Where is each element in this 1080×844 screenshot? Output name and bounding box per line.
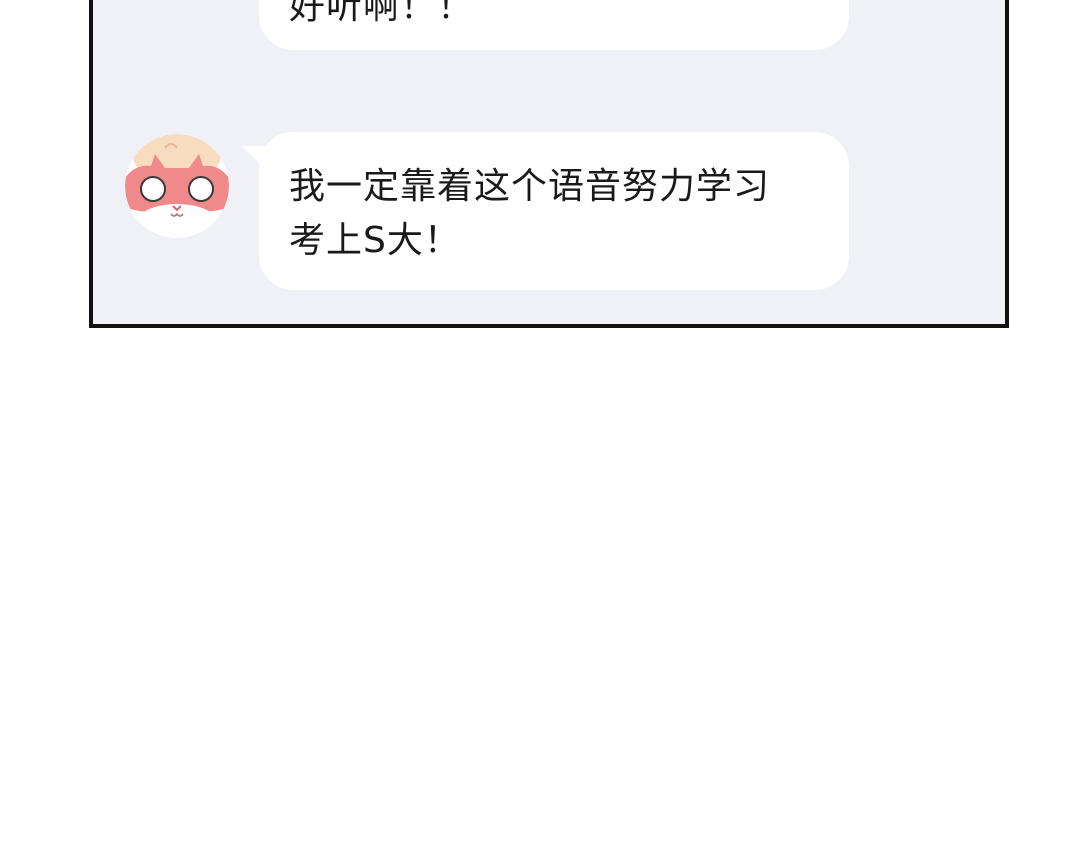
sender-avatar[interactable]	[125, 134, 229, 238]
bubble-tail	[241, 146, 267, 170]
pink-animal-avatar-icon	[125, 134, 229, 238]
message-bubble[interactable]: 我一定靠着这个语音努力学习 考上S大！	[241, 132, 849, 290]
page: 好听啊！！ 我一定靠着这个语音努力学习 考上S大！	[0, 0, 1080, 844]
chat-panel: 好听啊！！ 我一定靠着这个语音努力学习 考上S大！	[89, 0, 1009, 328]
message-text-line-1: 我一定靠着这个语音努力学习	[289, 166, 771, 207]
message-text: 好听啊！！	[289, 0, 475, 27]
message-bubble[interactable]: 好听啊！！	[259, 0, 849, 50]
message-text-line-2: 考上S大！	[289, 220, 461, 261]
